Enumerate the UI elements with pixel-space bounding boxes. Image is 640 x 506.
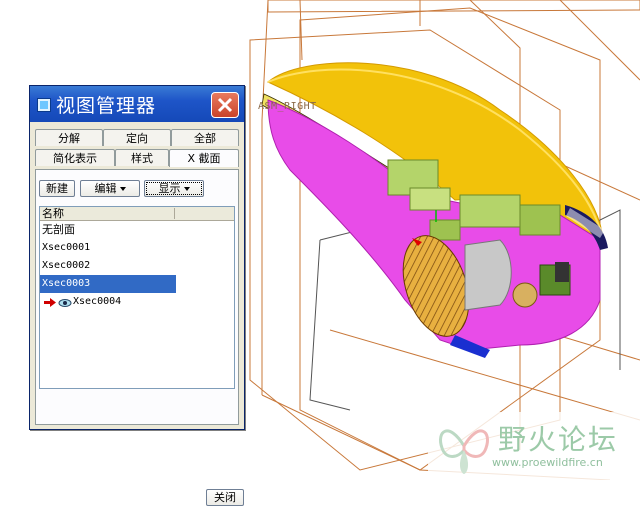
list-item-active[interactable]: Xsec0004	[40, 293, 200, 311]
active-arrow-icon	[44, 298, 56, 307]
chevron-down-icon	[183, 187, 190, 191]
tab-style[interactable]: 样式	[115, 149, 169, 166]
list-item[interactable]: 无剖面	[40, 221, 176, 239]
watermark: 野火论坛 www.proewildfire.cn	[428, 412, 640, 480]
list-item[interactable]: Xsec0002	[40, 257, 176, 275]
xsection-panel: 新建 编辑 显示 名称 无剖面 Xsec0001 Xsec0002 Xsec00…	[35, 169, 244, 506]
tab-simplified-rep[interactable]: 简化表示	[35, 149, 115, 166]
tab-explode[interactable]: 分解	[35, 129, 103, 146]
list-header[interactable]: 名称	[40, 207, 234, 221]
eye-icon	[58, 299, 72, 307]
view-manager-icon	[37, 98, 51, 112]
list-item[interactable]: Xsec0001	[40, 239, 176, 257]
column-name: 名称	[42, 207, 64, 220]
tab-all[interactable]: 全部	[171, 129, 239, 146]
close-x-icon[interactable]	[211, 92, 239, 118]
watermark-url: www.proewildfire.cn	[492, 456, 603, 469]
butterfly-logo-icon	[439, 429, 489, 474]
dialog-title: 视图管理器	[56, 95, 157, 117]
chevron-down-icon	[119, 187, 126, 191]
display-button[interactable]: 显示	[144, 180, 204, 197]
tab-orient[interactable]: 定向	[103, 129, 171, 146]
tab-xsection[interactable]: X 截面	[169, 149, 239, 167]
edit-button[interactable]: 编辑	[80, 180, 140, 197]
view-manager-dialog: 视图管理器 分解 定向 全部 简化表示 样式 X 截面 新建 编辑 显示 名称 …	[29, 85, 245, 506]
dialog-titlebar[interactable]: 视图管理器	[30, 86, 244, 122]
datum-label: ASM_RIGHT	[258, 101, 317, 112]
list-item-selected[interactable]: Xsec0003	[40, 275, 176, 293]
watermark-title: 野火论坛	[498, 423, 619, 456]
xsection-list[interactable]: 名称 无剖面 Xsec0001 Xsec0002 Xsec0003 Xsec00…	[39, 206, 235, 389]
close-button[interactable]: 关闭	[206, 489, 244, 506]
new-button[interactable]: 新建	[39, 180, 75, 197]
